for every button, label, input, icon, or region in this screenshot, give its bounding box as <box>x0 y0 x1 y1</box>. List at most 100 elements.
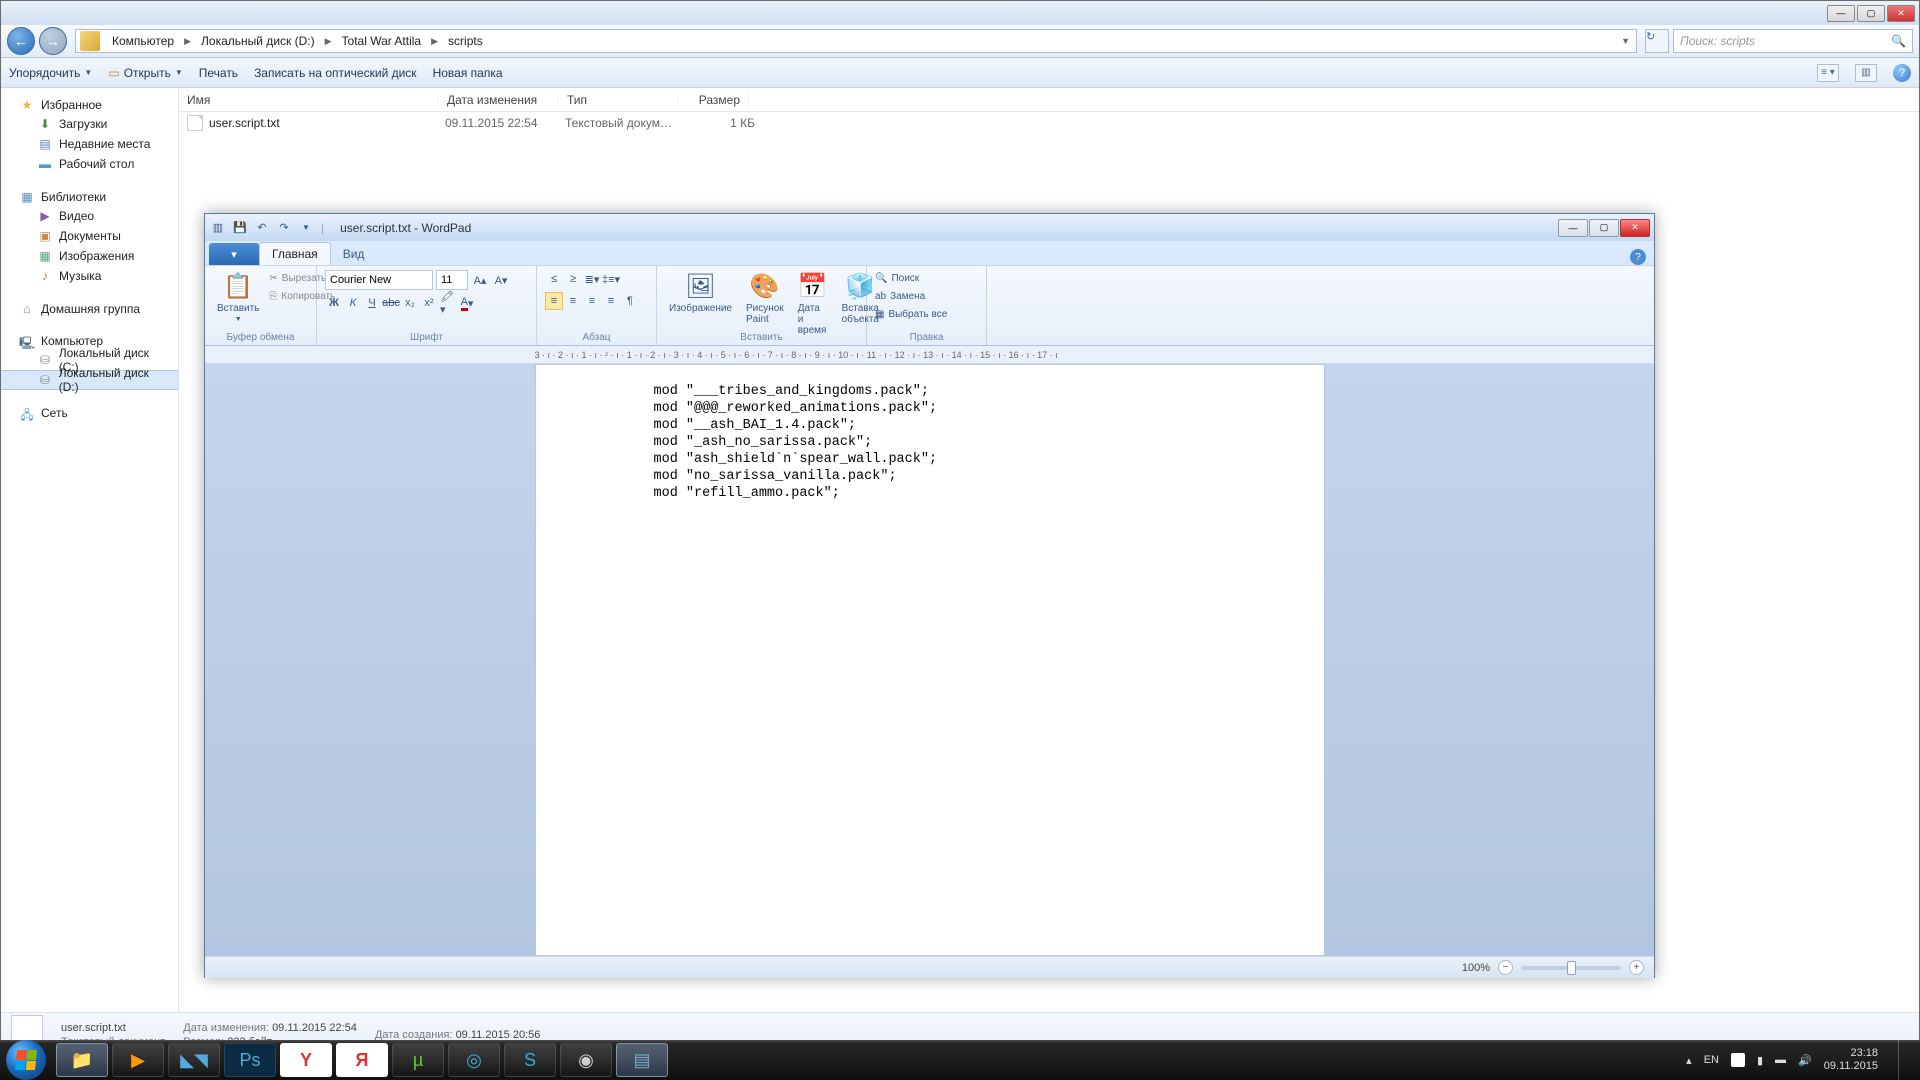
nav-network[interactable]: 🖧Сеть <box>1 404 178 422</box>
breadcrumb-seg[interactable]: scripts <box>440 30 491 52</box>
wordpad-appmenu-icon[interactable]: ▥ <box>209 219 227 237</box>
zoom-in-button[interactable]: + <box>1629 960 1644 975</box>
bold-button[interactable]: Ж <box>325 294 343 312</box>
volume-icon[interactable]: 🔊 <box>1798 1054 1812 1067</box>
col-size[interactable]: Размер <box>679 93 749 107</box>
nav-documents[interactable]: ▣Документы <box>1 226 178 246</box>
insert-datetime-button[interactable]: 📅Дата и время <box>794 270 832 338</box>
breadcrumb-seg[interactable]: Локальный диск (D:) <box>193 30 323 52</box>
linespacing-button[interactable]: ‡≡▾ <box>602 270 620 288</box>
find-button[interactable]: 🔍Поиск <box>875 270 947 286</box>
maximize-button[interactable]: ▢ <box>1857 5 1885 22</box>
subscript-button[interactable]: x₂ <box>401 294 419 312</box>
ruler[interactable]: 3 · ı · 2 · ı · 1 · ı · ᶻ · ı · 1 · ı · … <box>205 346 1654 364</box>
zoom-out-button[interactable]: − <box>1498 960 1513 975</box>
paste-button[interactable]: 📋Вставить▼ <box>213 270 263 325</box>
start-button[interactable] <box>6 1040 46 1080</box>
col-name[interactable]: Имя <box>179 93 439 107</box>
file-tab[interactable]: ▾ <box>209 243 259 265</box>
taskbar-yandex-search-icon[interactable]: Я <box>336 1043 388 1077</box>
nav-libraries[interactable]: ▦Библиотеки <box>1 188 178 206</box>
col-date[interactable]: Дата изменения <box>439 93 559 107</box>
document-content[interactable]: mod "___tribes_and_kingdoms.pack"; mod "… <box>535 364 1325 956</box>
nav-music[interactable]: ♪Музыка <box>1 266 178 286</box>
tray-app-icon[interactable]: ▮ <box>1757 1054 1763 1067</box>
maximize-button[interactable]: ▢ <box>1589 219 1619 237</box>
column-headers[interactable]: Имя Дата изменения Тип Размер <box>179 88 1919 112</box>
tab-home[interactable]: Главная <box>259 242 331 265</box>
close-button[interactable]: ✕ <box>1887 5 1915 22</box>
paragraph-dialog-button[interactable]: ¶ <box>621 292 639 310</box>
print-button[interactable]: Печать <box>199 66 238 80</box>
breadcrumb-seg[interactable]: Total War Attila <box>334 30 430 52</box>
nav-downloads[interactable]: ⬇Загрузки <box>1 114 178 134</box>
nav-images[interactable]: ▦Изображения <box>1 246 178 266</box>
file-row[interactable]: user.script.txt 09.11.2015 22:54 Текстов… <box>179 112 1919 134</box>
indent-dec-button[interactable]: ≤ <box>545 270 563 288</box>
breadcrumb-seg[interactable]: Компьютер <box>104 30 182 52</box>
taskbar-yandex-icon[interactable]: Y <box>280 1043 332 1077</box>
nav-disk-d[interactable]: ⛁Локальный диск (D:) <box>1 370 178 390</box>
selectall-button[interactable]: ▦Выбрать все <box>875 306 947 322</box>
newfolder-button[interactable]: Новая папка <box>433 66 503 80</box>
nav-favorites[interactable]: ★Избранное <box>1 96 178 114</box>
taskbar-steam-icon[interactable]: ◉ <box>560 1043 612 1077</box>
col-type[interactable]: Тип <box>559 93 679 107</box>
burn-button[interactable]: Записать на оптический диск <box>254 66 417 80</box>
minimize-button[interactable]: — <box>1827 5 1855 22</box>
align-center-button[interactable]: ≡ <box>564 292 582 310</box>
nav-video[interactable]: ▶Видео <box>1 206 178 226</box>
close-button[interactable]: ✕ <box>1620 219 1650 237</box>
align-justify-button[interactable]: ≡ <box>602 292 620 310</box>
view-mode-button[interactable]: ≡ ▾ <box>1817 64 1839 82</box>
taskbar-app-icon[interactable]: ◣◥ <box>168 1043 220 1077</box>
network-icon[interactable]: ▬ <box>1775 1054 1786 1066</box>
nav-desktop[interactable]: ▬Рабочий стол <box>1 154 178 174</box>
preview-pane-button[interactable]: ▥ <box>1855 64 1877 82</box>
qat-dropdown-icon[interactable]: ▼ <box>297 219 315 237</box>
align-right-button[interactable]: ≡ <box>583 292 601 310</box>
tab-view[interactable]: Вид <box>331 243 377 265</box>
insert-picture-button[interactable]: 🖼Изображение <box>665 270 736 316</box>
insert-paint-button[interactable]: 🎨Рисунок Paint <box>742 270 788 327</box>
clock[interactable]: 23:18 09.11.2015 <box>1824 1047 1878 1073</box>
indent-inc-button[interactable]: ≥ <box>564 270 582 288</box>
taskbar-skype-icon[interactable]: S <box>504 1043 556 1077</box>
nav-homegroup[interactable]: ⌂Домашняя группа <box>1 300 178 318</box>
shrink-font-button[interactable]: A▾ <box>492 271 510 289</box>
italic-button[interactable]: К <box>344 294 362 312</box>
fontcolor-button[interactable]: A▾ <box>458 294 476 312</box>
back-button[interactable]: ← <box>7 27 35 55</box>
underline-button[interactable]: Ч <box>363 294 381 312</box>
replace-button[interactable]: abЗамена <box>875 288 947 304</box>
tray-expand-icon[interactable]: ▴ <box>1686 1054 1692 1067</box>
highlight-button[interactable]: 🖍▾ <box>439 294 457 312</box>
help-icon[interactable]: ? <box>1893 64 1911 82</box>
nav-recent[interactable]: ▤Недавние места <box>1 134 178 154</box>
taskbar-utorrent-icon[interactable]: µ <box>392 1043 444 1077</box>
save-icon[interactable]: 💾 <box>231 219 249 237</box>
taskbar-photoshop-icon[interactable]: Ps <box>224 1043 276 1077</box>
strike-button[interactable]: abc <box>382 294 400 312</box>
grow-font-button[interactable]: A▴ <box>471 271 489 289</box>
minimize-button[interactable]: — <box>1558 219 1588 237</box>
superscript-button[interactable]: x² <box>420 294 438 312</box>
open-button[interactable]: ▭Открыть▼ <box>108 66 182 80</box>
action-center-icon[interactable] <box>1731 1053 1745 1067</box>
taskbar-mediaplayer-icon[interactable]: ▶ <box>112 1043 164 1077</box>
undo-icon[interactable]: ↶ <box>253 219 271 237</box>
show-desktop-button[interactable] <box>1898 1040 1908 1080</box>
taskbar-app-icon[interactable]: ◎ <box>448 1043 500 1077</box>
wordpad-titlebar[interactable]: ▥ 💾 ↶ ↷ ▼ | user.script.txt - WordPad — … <box>205 214 1654 241</box>
language-indicator[interactable]: EN <box>1704 1054 1719 1066</box>
font-name-select[interactable]: Courier New <box>325 270 433 290</box>
redo-icon[interactable]: ↷ <box>275 219 293 237</box>
help-icon[interactable]: ? <box>1630 249 1646 265</box>
chevron-down-icon[interactable]: ▼ <box>1615 36 1636 46</box>
zoom-slider[interactable] <box>1521 966 1621 970</box>
bullets-button[interactable]: ≣▾ <box>583 270 601 288</box>
document-area[interactable]: mod "___tribes_and_kingdoms.pack"; mod "… <box>205 364 1654 956</box>
taskbar-wordpad-icon[interactable]: ▤ <box>616 1043 668 1077</box>
taskbar-explorer-icon[interactable]: 📁 <box>56 1043 108 1077</box>
align-left-button[interactable]: ≡ <box>545 292 563 310</box>
